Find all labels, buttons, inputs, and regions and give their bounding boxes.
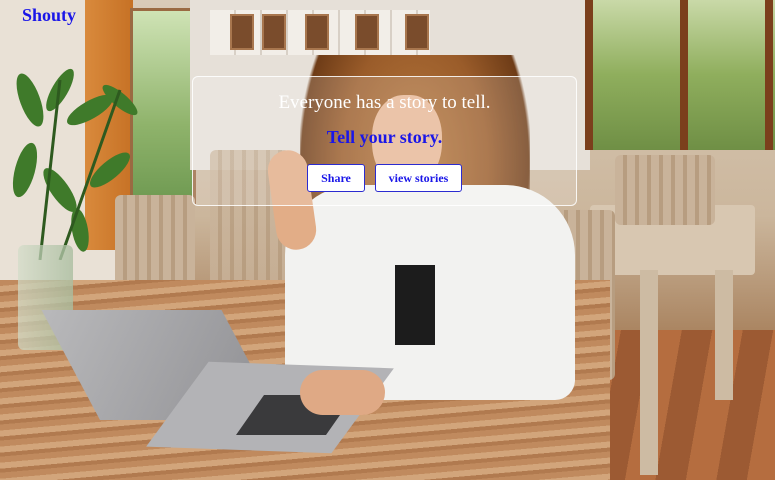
brand-logo[interactable]: Shouty bbox=[22, 5, 76, 26]
hero-heading: Everyone has a story to tell. bbox=[278, 92, 491, 113]
share-button[interactable]: Share bbox=[307, 164, 365, 192]
background-photo bbox=[0, 0, 775, 480]
view-stories-button[interactable]: view stories bbox=[375, 164, 462, 192]
hero-panel: Everyone has a story to tell. Tell your … bbox=[192, 76, 577, 206]
hero-subheading: Tell your story. bbox=[326, 127, 443, 147]
hero-actions: Share view stories bbox=[193, 164, 576, 192]
